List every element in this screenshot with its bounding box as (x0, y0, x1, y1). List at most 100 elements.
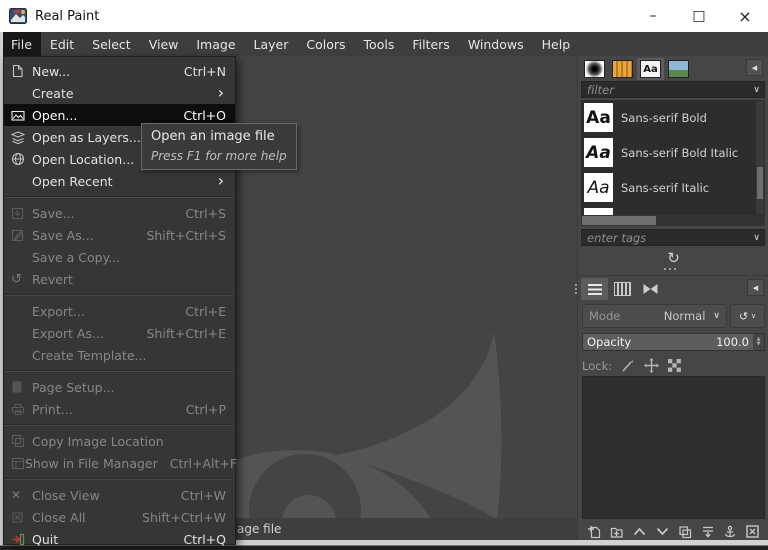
layers-toolbar (578, 522, 768, 541)
close-all-icon (11, 511, 32, 524)
menu-help[interactable]: Help (533, 32, 580, 56)
font-list-item[interactable]: Aa Sans-serif Bold (581, 100, 765, 135)
menu-item-new[interactable]: New... Ctrl+N (4, 60, 235, 82)
printer-icon (11, 403, 32, 416)
font-sample-thumbnail: Aa (584, 173, 613, 202)
copy-icon (11, 434, 32, 448)
menu-item-export-as: Export As... Shift+Ctrl+E (32, 325, 226, 341)
filter-placeholder: filter (587, 82, 614, 97)
maximize-button[interactable]: □ (676, 0, 722, 32)
menu-item-revert: ↺ Revert (11, 271, 73, 287)
refresh-icon: ↻ (667, 249, 680, 267)
wilber-watermark (225, 332, 502, 518)
switch-mode-icon: ↺ (738, 309, 749, 323)
pattern-icon (612, 60, 633, 78)
tab-brushes[interactable] (581, 58, 608, 80)
font-list-item[interactable]: Aa Sans-serif Italic (581, 170, 765, 205)
refresh-fonts-button[interactable]: ↻ (578, 249, 768, 267)
font-sample-thumbnail: Aa (584, 138, 613, 167)
menu-item-close-all: Close All Shift+Ctrl+W (4, 506, 235, 528)
close-button[interactable]: × (722, 0, 768, 32)
opacity-slider-fill: Opacity 100.0 (583, 334, 753, 350)
chevron-down-icon: ∨ (753, 232, 760, 243)
window-title: Real Paint (35, 8, 100, 24)
fonts-dock-tabs: Aa ◀ (578, 56, 768, 80)
tooltip: Open an image file Press F1 for more hel… (141, 123, 297, 170)
image-icon (668, 60, 689, 78)
dock-splitter-handle[interactable] (575, 284, 577, 294)
open-image-icon (11, 109, 32, 122)
delete-layer-button[interactable] (744, 524, 762, 540)
tab-fonts[interactable]: Aa (637, 58, 664, 80)
menu-view[interactable]: View (140, 32, 188, 56)
revert-icon: ↺ (11, 271, 22, 287)
menu-colors[interactable]: Colors (297, 32, 354, 56)
lower-layer-button[interactable] (653, 524, 671, 540)
submenu-arrow-icon: › (217, 83, 224, 102)
menu-item-open-recent[interactable]: Open Recent › (4, 170, 235, 192)
layers-panel: ◀ Mode Normal ∨ ↺ ∨ Opacity 100.0 ▲ ▼ Lo… (578, 275, 768, 541)
lock-row: Lock: (582, 358, 682, 373)
raise-layer-button[interactable] (630, 524, 648, 540)
tab-channels[interactable] (609, 278, 636, 300)
layer-mode-switch-button[interactable]: ↺ ∨ (730, 304, 765, 328)
menu-item-quit[interactable]: Quit Ctrl+Q (4, 528, 235, 550)
font-list-horizontal-scrollbar[interactable] (581, 215, 765, 226)
tooltip-title: Open an image file (151, 129, 275, 144)
menu-separator (5, 370, 234, 372)
brush-icon (584, 60, 605, 78)
layer-mode-value: Normal (663, 309, 706, 323)
font-list: Aa Sans-serif Bold Aa Sans-serif Bold It… (581, 100, 765, 226)
minimize-button[interactable]: – (630, 0, 676, 32)
layers-icon (587, 283, 602, 295)
panel-splitter-handle[interactable] (664, 268, 684, 272)
tab-layers[interactable] (581, 278, 608, 300)
menu-item-print: Print... Ctrl+P (4, 398, 235, 420)
menu-item-show-in-file-manager: Show in File Manager Ctrl+Alt+F (4, 452, 237, 474)
merge-layers-button[interactable] (699, 524, 717, 540)
page-setup-icon (11, 380, 32, 394)
lock-pixels-icon[interactable] (621, 359, 635, 373)
menu-item-save-as: Save As... Shift+Ctrl+S (4, 224, 235, 246)
font-list-item[interactable]: Aa Sans-serif Bold Italic (581, 135, 765, 170)
duplicate-layer-button[interactable] (676, 524, 694, 540)
menu-edit[interactable]: Edit (41, 32, 83, 56)
font-tags-input[interactable]: enter tags ∨ (581, 229, 765, 246)
anchor-layer-button[interactable] (721, 524, 739, 540)
app-window: Real Paint – □ × File Edit Select View I… (0, 0, 768, 547)
new-document-icon (11, 64, 32, 78)
lock-position-icon[interactable] (644, 358, 660, 373)
lock-alpha-icon[interactable] (668, 359, 682, 372)
chevron-down-icon: ∨ (753, 84, 760, 95)
layer-mode-dropdown[interactable]: Mode Normal ∨ (582, 304, 727, 328)
title-bar: Real Paint – □ × (0, 0, 768, 32)
new-layer-group-button[interactable] (608, 524, 626, 540)
menu-item-copy-image-location: Copy Image Location (4, 430, 235, 452)
tab-patterns[interactable] (609, 58, 636, 80)
menu-select[interactable]: Select (83, 32, 140, 56)
layers-list[interactable] (582, 376, 765, 519)
opacity-spinner[interactable]: ▲ ▼ (753, 334, 764, 350)
menu-item-create[interactable]: Create › (4, 82, 235, 104)
tab-images[interactable] (665, 58, 692, 80)
fonts-icon: Aa (640, 60, 661, 78)
menu-separator (5, 294, 234, 296)
new-layer-button[interactable] (585, 524, 603, 540)
font-list-vertical-scrollbar[interactable] (756, 101, 764, 214)
menu-file[interactable]: File (2, 32, 41, 56)
menu-item-close-view: ✕ Close View Ctrl+W (11, 487, 226, 503)
menu-image[interactable]: Image (187, 32, 244, 56)
font-sample-thumbnail: Aa (584, 103, 613, 132)
menu-item-save-a-copy: Save a Copy... (32, 249, 121, 265)
status-help-text: age file (237, 522, 282, 536)
panel-menu-button[interactable]: ◀ (746, 59, 763, 76)
opacity-slider[interactable]: Opacity 100.0 ▲ ▼ (582, 333, 765, 351)
panel-menu-button[interactable]: ◀ (747, 279, 764, 296)
opacity-value: 100.0 (716, 335, 749, 349)
menu-filters[interactable]: Filters (403, 32, 458, 56)
menu-tools[interactable]: Tools (355, 32, 404, 56)
menu-layer[interactable]: Layer (245, 32, 298, 56)
tab-paths[interactable] (637, 278, 664, 300)
font-filter-input[interactable]: filter ∨ (581, 81, 765, 98)
menu-windows[interactable]: Windows (459, 32, 533, 56)
